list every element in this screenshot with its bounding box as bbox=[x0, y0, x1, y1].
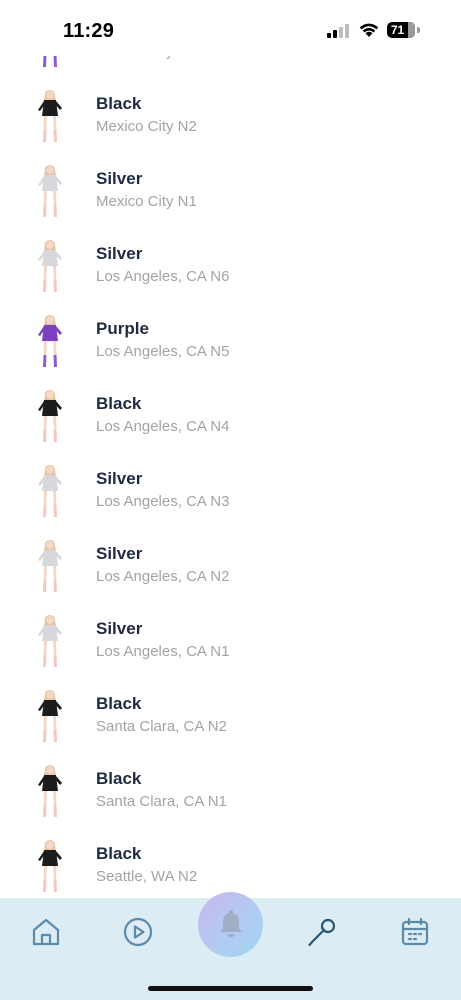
calendar-icon[interactable] bbox=[399, 916, 431, 948]
outfit-figure-icon bbox=[38, 765, 62, 817]
item-subtitle: Seattle, WA N2 bbox=[96, 868, 198, 885]
item-title: Silver bbox=[96, 619, 143, 638]
outfit-figure-icon bbox=[38, 840, 62, 892]
item-title: Black bbox=[96, 94, 142, 113]
home-icon[interactable] bbox=[30, 916, 62, 948]
item-subtitle: Los Angeles, CA N6 bbox=[96, 268, 230, 285]
item-subtitle: Los Angeles, CA N3 bbox=[96, 493, 230, 510]
list-item[interactable]: Silver Mexico City N1 bbox=[0, 154, 461, 229]
item-title: Black bbox=[96, 394, 142, 413]
item-subtitle: Mexico City N1 bbox=[96, 193, 197, 210]
item-title: Purple bbox=[96, 319, 149, 338]
home-indicator bbox=[148, 986, 313, 991]
outfit-figure-icon bbox=[38, 390, 62, 442]
list-item[interactable]: Silver Los Angeles, CA N1 bbox=[0, 604, 461, 679]
play-circle-icon[interactable] bbox=[122, 916, 154, 948]
item-subtitle: Santa Clara, CA N2 bbox=[96, 718, 227, 735]
bell-tab-button[interactable] bbox=[198, 892, 263, 957]
performance-list[interactable]: PurpleMexico City N3BlackMexico City N2S… bbox=[0, 56, 461, 898]
status-bar: 11:29 71 bbox=[0, 0, 461, 56]
item-title: Silver bbox=[96, 169, 143, 188]
status-time: 11:29 bbox=[63, 20, 115, 42]
list-item[interactable]: Silver Los Angeles, CA N3 bbox=[0, 454, 461, 529]
item-subtitle: Mexico City N2 bbox=[96, 118, 197, 135]
list-item[interactable]: PurpleMexico City N3 bbox=[0, 56, 461, 79]
item-title: Black bbox=[96, 844, 142, 863]
performance-list-content: PurpleMexico City N3BlackMexico City N2S… bbox=[0, 56, 461, 898]
outfit-figure-icon bbox=[43, 56, 57, 67]
list-item[interactable]: Black Seattle, WA N2 bbox=[0, 829, 461, 898]
item-subtitle: Los Angeles, CA N4 bbox=[96, 418, 230, 435]
outfit-figure-icon bbox=[38, 615, 62, 667]
outfit-figure-icon bbox=[38, 90, 62, 142]
battery-icon: 71 bbox=[387, 22, 415, 38]
list-item[interactable]: Black Mexico City N2 bbox=[0, 79, 461, 154]
item-title: Silver bbox=[96, 469, 143, 488]
item-title: Black bbox=[96, 769, 142, 788]
item-subtitle: Los Angeles, CA N2 bbox=[96, 568, 230, 585]
item-title: Silver bbox=[96, 244, 143, 263]
tab-bar bbox=[0, 892, 461, 1000]
item-subtitle: Los Angeles, CA N5 bbox=[96, 343, 230, 360]
outfit-figure-icon bbox=[38, 540, 62, 592]
outfit-figure-icon bbox=[38, 315, 62, 367]
item-subtitle: Mexico City N3 bbox=[96, 56, 197, 60]
signal-icon bbox=[327, 24, 349, 38]
list-item[interactable]: Black Santa Clara, CA N1 bbox=[0, 754, 461, 829]
list-item[interactable]: Black Los Angeles, CA N4 bbox=[0, 379, 461, 454]
list-item[interactable]: Silver Los Angeles, CA N6 bbox=[0, 229, 461, 304]
microphone-icon[interactable] bbox=[306, 916, 338, 948]
bell-icon bbox=[220, 910, 242, 938]
item-title: Black bbox=[96, 694, 142, 713]
outfit-figure-icon bbox=[38, 165, 62, 217]
outfit-figure-icon bbox=[38, 465, 62, 517]
battery-level: 71 bbox=[390, 23, 405, 37]
battery-cap bbox=[417, 27, 420, 33]
item-subtitle: Los Angeles, CA N1 bbox=[96, 643, 230, 660]
list-item[interactable]: Purple Los Angeles, CA N5 bbox=[0, 304, 461, 379]
list-item[interactable]: Silver Los Angeles, CA N2 bbox=[0, 529, 461, 604]
wifi-icon bbox=[359, 23, 379, 37]
item-title: Silver bbox=[96, 544, 143, 563]
outfit-figure-icon bbox=[38, 240, 62, 292]
list-item[interactable]: Black Santa Clara, CA N2 bbox=[0, 679, 461, 754]
outfit-figure-icon bbox=[38, 690, 62, 742]
item-subtitle: Santa Clara, CA N1 bbox=[96, 793, 227, 810]
